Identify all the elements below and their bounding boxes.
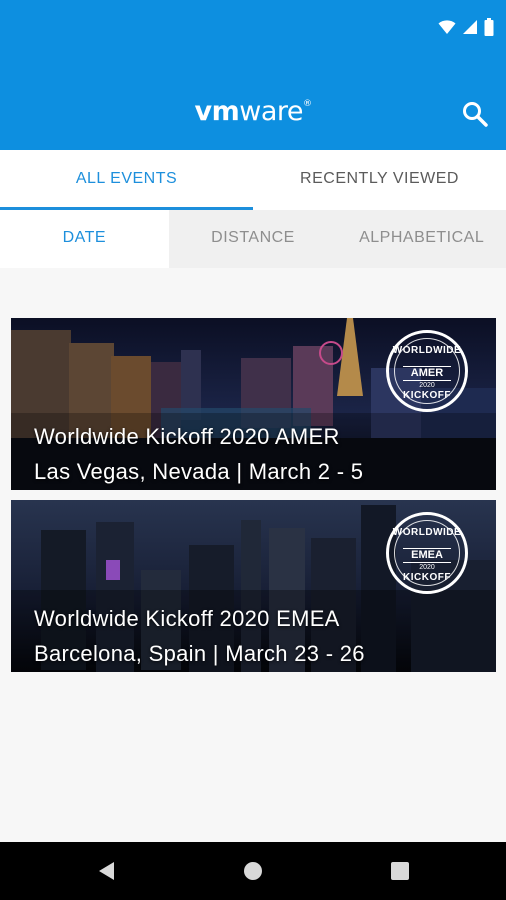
event-title: Worldwide Kickoff 2020 EMEA bbox=[34, 606, 340, 631]
system-nav-bar bbox=[0, 842, 506, 900]
worldwide-kickoff-badge: WORLDWIDE EMEA 2020 KICKOFF bbox=[386, 512, 468, 594]
recents-icon[interactable] bbox=[388, 859, 412, 883]
tab-all-events[interactable]: ALL EVENTS bbox=[0, 150, 253, 210]
sort-distance[interactable]: DISTANCE bbox=[169, 210, 338, 268]
search-icon[interactable] bbox=[462, 101, 488, 127]
sort-date[interactable]: DATE bbox=[0, 210, 169, 268]
sort-alphabetical[interactable]: ALPHABETICAL bbox=[337, 210, 506, 268]
back-icon[interactable] bbox=[94, 859, 118, 883]
signal-icon bbox=[463, 20, 477, 34]
primary-tabs: ALL EVENTS RECENTLY VIEWED bbox=[0, 150, 506, 210]
app-header: vmware® bbox=[0, 0, 506, 150]
vmware-logo: vmware® bbox=[194, 96, 312, 127]
event-location-date: Las Vegas, Nevada | March 2 - 5 bbox=[34, 459, 364, 484]
home-icon[interactable] bbox=[241, 859, 265, 883]
event-card-amer[interactable]: WORLDWIDE AMER 2020 KICKOFF Worldwide Ki… bbox=[11, 318, 496, 490]
event-location-date: Barcelona, Spain | March 23 - 26 bbox=[34, 641, 365, 666]
battery-icon bbox=[484, 18, 494, 36]
wifi-icon bbox=[438, 20, 456, 34]
event-title: Worldwide Kickoff 2020 AMER bbox=[34, 424, 340, 449]
event-card-emea[interactable]: WORLDWIDE EMEA 2020 KICKOFF Worldwide Ki… bbox=[11, 500, 496, 672]
tab-recently-viewed[interactable]: RECENTLY VIEWED bbox=[253, 150, 506, 210]
worldwide-kickoff-badge: WORLDWIDE AMER 2020 KICKOFF bbox=[386, 330, 468, 412]
sort-tabs: DATE DISTANCE ALPHABETICAL bbox=[0, 210, 506, 268]
status-bar bbox=[0, 0, 506, 56]
